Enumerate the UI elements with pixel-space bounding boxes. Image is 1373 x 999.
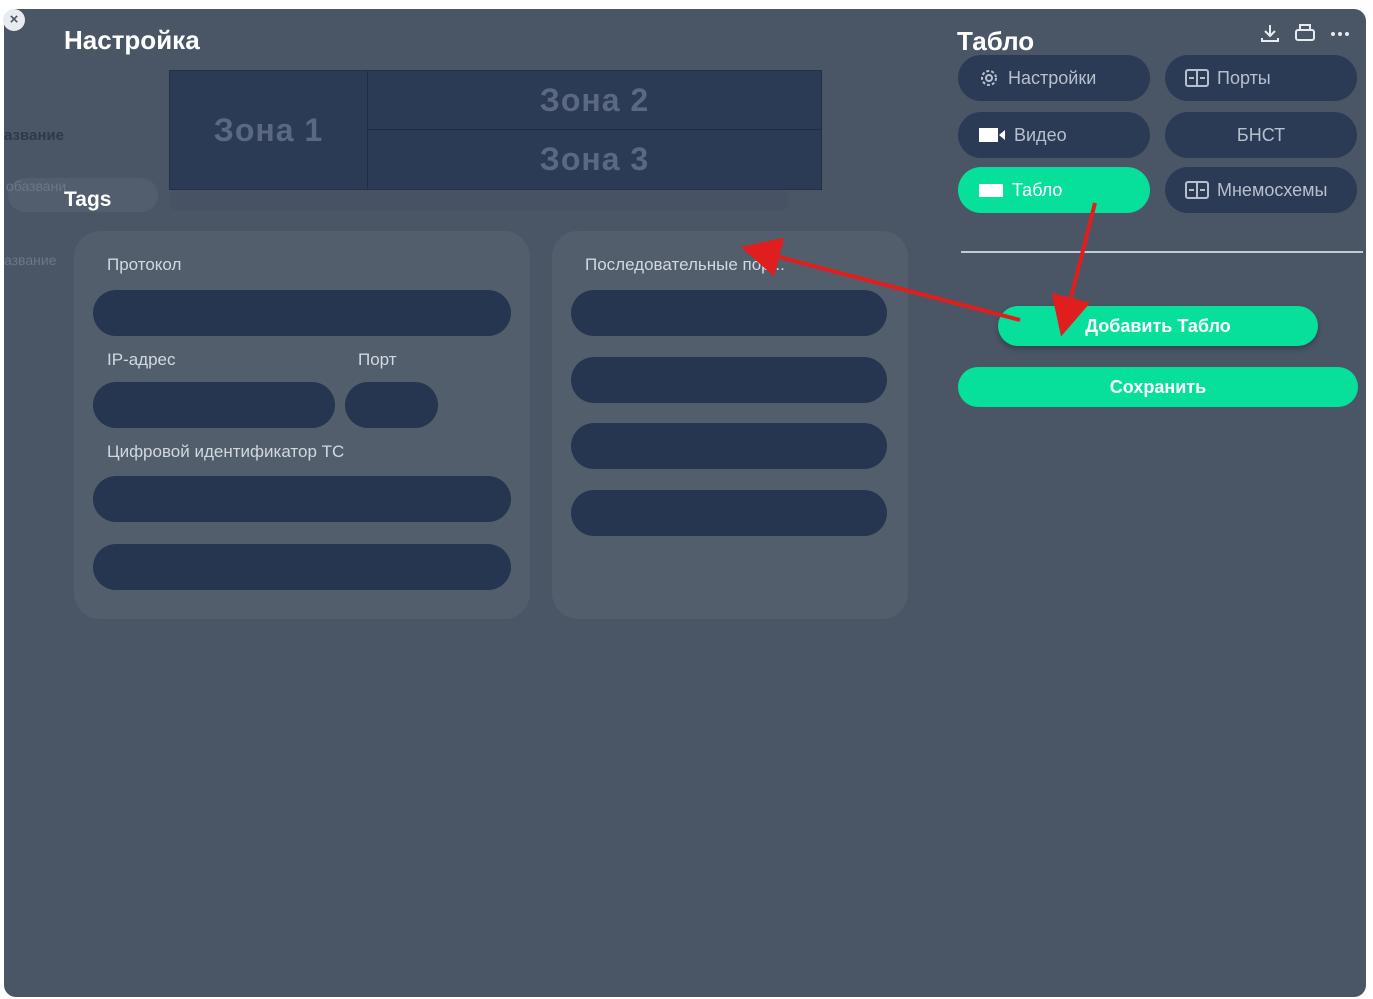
zone-3[interactable]: Зона 3 — [368, 130, 821, 189]
tab-ports-label: Порты — [1217, 67, 1271, 88]
settings-window: азвание обазвани азвание Настройка Tags … — [4, 9, 1366, 997]
tab-schemes-label: Мнемосхемы — [1217, 179, 1328, 200]
scheme-icon — [1185, 181, 1209, 199]
more-icon[interactable] — [1329, 23, 1351, 49]
serial-ports-panel: Последовательные пор... — [552, 231, 908, 619]
download-icon[interactable] — [1259, 23, 1281, 49]
bg-name-label-2: азвание — [4, 252, 57, 268]
ip-label: IP-адрес — [107, 350, 176, 369]
video-icon — [978, 126, 1006, 144]
tab-video[interactable]: Видео — [958, 112, 1150, 158]
gear-icon — [978, 67, 1000, 89]
protocol-field[interactable] — [93, 290, 511, 336]
print-icon[interactable] — [1293, 23, 1317, 49]
serial-port-field-2[interactable] — [571, 357, 887, 403]
tab-bnst-label: БНСТ — [1236, 124, 1286, 145]
extra-field[interactable] — [93, 544, 511, 590]
serial-port-field-3[interactable] — [571, 423, 887, 469]
serial-port-field-4[interactable] — [571, 490, 887, 536]
display-icon — [978, 182, 1004, 198]
tab-bnst[interactable]: БНСТ — [1165, 112, 1357, 158]
serial-port-field-1[interactable] — [571, 290, 887, 336]
add-display-button[interactable]: Добавить Табло — [998, 306, 1318, 346]
tags-label: Tags — [64, 188, 112, 211]
port-field[interactable] — [345, 382, 438, 428]
ip-field[interactable] — [93, 382, 335, 428]
digital-id-label: Цифровой идентификатор ТС — [107, 442, 345, 461]
zone-2[interactable]: Зона 2 — [368, 71, 821, 130]
port-icon — [1185, 69, 1209, 87]
bg-name-placeholder: обазвани — [6, 178, 67, 194]
zones-grid: Зона 1 Зона 2 Зона 3 — [169, 70, 822, 190]
tab-display-label: Табло — [1012, 179, 1063, 200]
tab-video-label: Видео — [1014, 124, 1067, 145]
toolbar-icons — [1259, 23, 1351, 49]
tab-settings-label: Настройки — [1008, 67, 1097, 88]
save-button[interactable]: Сохранить — [958, 367, 1358, 407]
serial-ports-label: Последовательные пор... — [585, 255, 785, 274]
zone-1[interactable]: Зона 1 — [170, 71, 368, 189]
bg-strip — [169, 189, 789, 211]
tab-ports[interactable]: Порты — [1165, 55, 1357, 101]
close-icon[interactable]: × — [3, 9, 25, 31]
sidebar-divider — [961, 251, 1363, 253]
bg-name-label: азвание — [4, 127, 64, 144]
digital-id-field[interactable] — [93, 476, 511, 522]
port-label: Порт — [358, 350, 397, 369]
protocol-label: Протокол — [107, 255, 182, 274]
sidebar-title: Табло — [957, 26, 1035, 56]
tab-schemes[interactable]: Мнемосхемы — [1165, 167, 1357, 213]
tab-display[interactable]: Табло — [958, 167, 1150, 213]
tab-settings[interactable]: Настройки — [958, 55, 1150, 101]
page-title: Настройка — [64, 25, 200, 55]
connection-panel: Протокол IP-адрес Порт Цифровой идентифи… — [74, 231, 530, 619]
